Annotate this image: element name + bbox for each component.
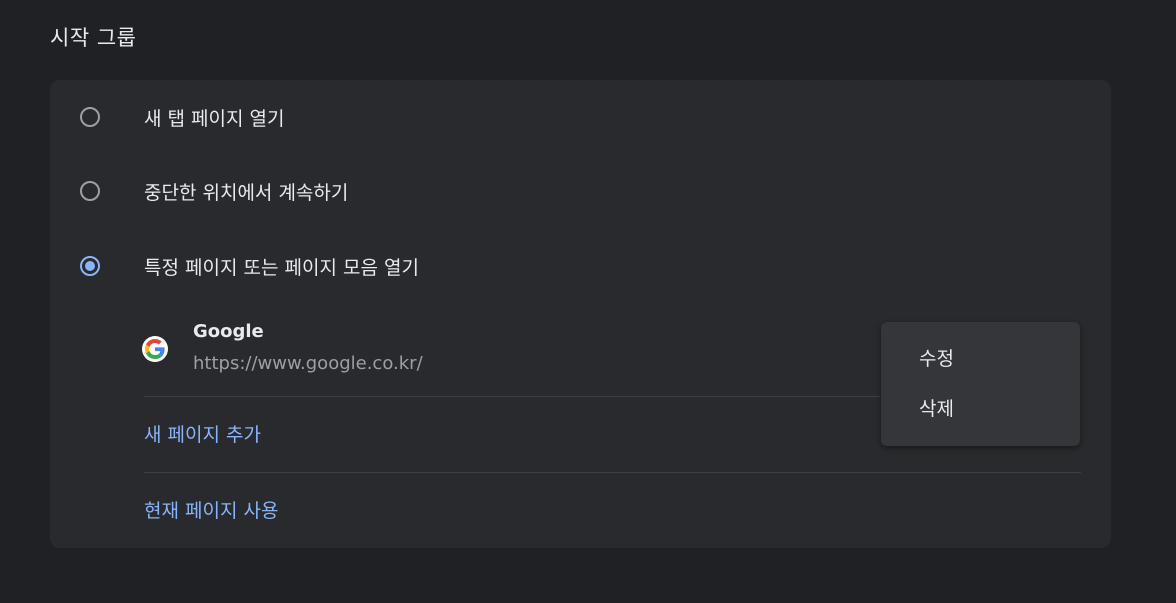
divider	[144, 396, 880, 397]
option-specific-pages[interactable]: 특정 페이지 또는 페이지 모음 열기	[80, 246, 419, 286]
delete-menu-item[interactable]: 삭제	[881, 385, 1080, 429]
page-context-menu: 수정 삭제	[881, 322, 1080, 446]
option-label: 특정 페이지 또는 페이지 모음 열기	[144, 256, 419, 279]
add-page-link[interactable]: 새 페이지 추가	[144, 420, 261, 447]
option-label: 중단한 위치에서 계속하기	[144, 181, 349, 204]
section-title: 시작 그룹	[50, 26, 137, 50]
edit-menu-item[interactable]: 수정	[881, 335, 1080, 379]
startup-settings-card: 새 탭 페이지 열기 중단한 위치에서 계속하기 특정 페이지 또는 페이지 모…	[50, 80, 1111, 548]
divider	[144, 472, 1081, 473]
google-icon	[142, 336, 168, 362]
radio-button[interactable]	[80, 107, 100, 127]
radio-button-selected[interactable]	[80, 256, 100, 276]
radio-button[interactable]	[80, 181, 100, 201]
site-name: Google	[193, 321, 264, 342]
option-continue[interactable]: 중단한 위치에서 계속하기	[80, 171, 348, 211]
option-label: 새 탭 페이지 열기	[144, 107, 285, 130]
option-new-tab[interactable]: 새 탭 페이지 열기	[80, 97, 284, 137]
use-current-pages-link[interactable]: 현재 페이지 사용	[144, 496, 278, 523]
site-url: https://www.google.co.kr/	[193, 353, 423, 374]
